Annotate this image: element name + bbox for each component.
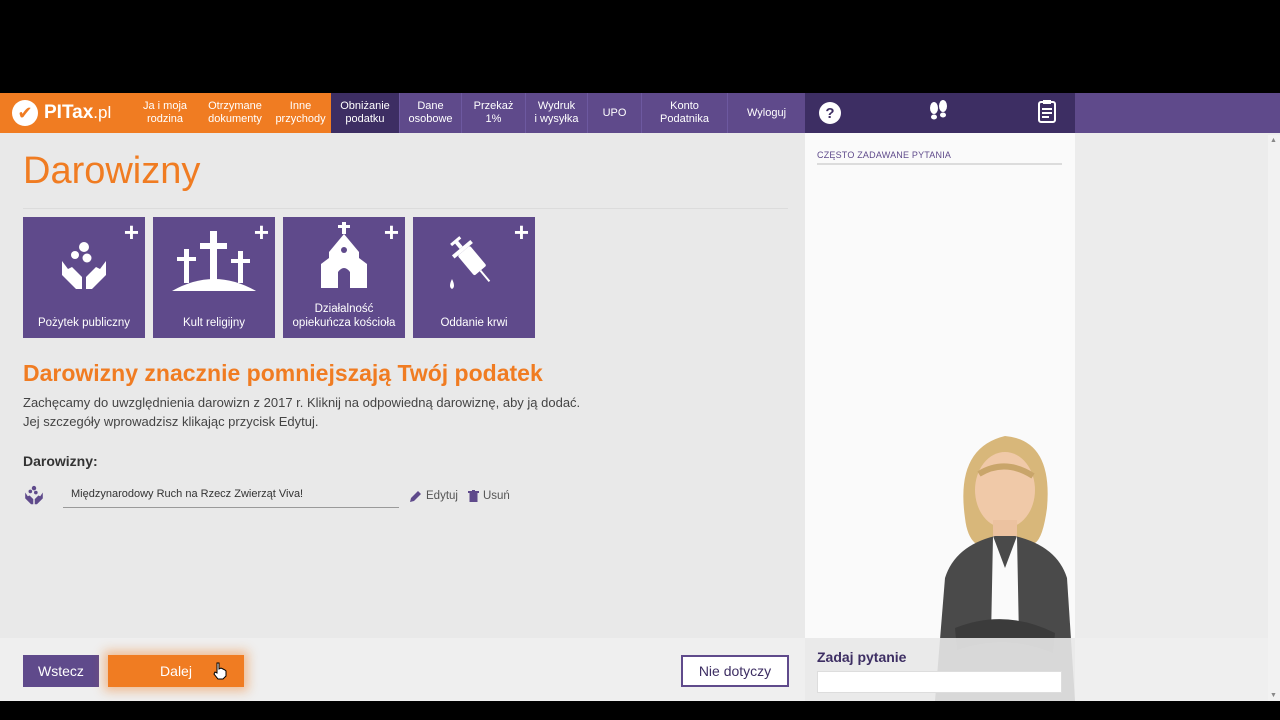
section-description: Zachęcamy do uwzględnienia darowizn z 20… xyxy=(23,395,581,429)
tile-blood-donation[interactable]: + Oddanie krwi xyxy=(413,217,535,338)
section-subtitle: Darowizny znacznie pomniejszają Twój pod… xyxy=(23,360,543,386)
right-bottom-strip xyxy=(1075,638,1280,701)
syringe-icon xyxy=(413,231,535,295)
main-content: Darowizny + Pożytek publiczny + Kult rel… xyxy=(0,133,805,638)
nav-item-logout[interactable]: Wyloguj xyxy=(727,93,805,133)
top-nav: ✔ PITax .pl Ja i moja rodzina Otrzymane dok… xyxy=(0,93,1280,137)
scroll-up-icon[interactable]: ▲ xyxy=(1270,137,1277,144)
right-blank-area xyxy=(1075,133,1280,701)
nav-item-family[interactable]: Ja i moja rodzina xyxy=(130,93,200,133)
help-side-panel: CZĘSTO ZADAWANE PYTANIA Zadaj pytanie xyxy=(805,133,1075,701)
pencil-icon xyxy=(410,490,421,502)
ask-question-box: Zadaj pytanie xyxy=(805,638,1075,701)
delete-donation-button[interactable]: Usuń xyxy=(467,490,510,502)
nav-item-personal-data[interactable]: Dane osobowe xyxy=(399,93,461,133)
donation-tiles: + Pożytek publiczny + Kult religijny + D… xyxy=(23,217,535,338)
title-divider xyxy=(23,208,788,209)
tile-label: Działalność opiekuńcza kościoła xyxy=(292,303,396,329)
faq-title: CZĘSTO ZADAWANE PYTANIA xyxy=(817,150,952,160)
tile-church-care[interactable]: + Działalność opiekuńcza kościoła xyxy=(283,217,405,338)
donation-row: Międzynarodowy Ruch na Rzecz Zwierząt Vi… xyxy=(23,483,543,509)
nav-item-other-income[interactable]: Inne przychody xyxy=(270,93,331,133)
app-frame: ✔ PITax .pl Ja i moja rodzina Otrzymane dok… xyxy=(0,93,1280,701)
tile-label: Kult religijny xyxy=(183,317,245,329)
footsteps-icon[interactable] xyxy=(927,100,951,126)
faq-divider xyxy=(817,163,1062,165)
hands-icon xyxy=(23,231,145,295)
check-logo-icon: ✔ xyxy=(12,100,38,126)
ask-question-label: Zadaj pytanie xyxy=(817,649,907,665)
scrollbar[interactable]: ▲ ▼ xyxy=(1268,135,1280,701)
brand-suffix: .pl xyxy=(93,103,112,122)
tile-religious-cult[interactable]: + Kult religijny xyxy=(153,217,275,338)
church-icon xyxy=(283,222,405,288)
not-applicable-button[interactable]: Nie dotyczy xyxy=(681,655,789,687)
nav-tools: ? xyxy=(805,93,1075,137)
tile-label: Oddanie krwi xyxy=(440,317,508,329)
tile-public-benefit[interactable]: + Pożytek publiczny xyxy=(23,217,145,338)
nav-item-tax-reduction[interactable]: Obniżanie podatku xyxy=(331,93,399,133)
page-title: Darowizny xyxy=(23,150,201,192)
nav-item-documents[interactable]: Otrzymane dokumenty xyxy=(200,93,270,133)
hand-cursor-icon xyxy=(213,662,227,680)
clipboard-icon[interactable] xyxy=(1037,99,1057,127)
nav-item-one-percent[interactable]: Przekaż 1% xyxy=(461,93,525,133)
crosses-icon xyxy=(153,231,275,295)
donations-label: Darowizny: xyxy=(23,453,98,469)
nav-item-print-send[interactable]: Wydruk i wysyłka xyxy=(525,93,587,133)
help-icon[interactable]: ? xyxy=(819,102,841,124)
edit-donation-button[interactable]: Edytuj xyxy=(409,490,458,503)
donation-name-field[interactable]: Międzynarodowy Ruch na Rzecz Zwierząt Vi… xyxy=(63,484,399,508)
brand-logo[interactable]: ✔ PITax .pl xyxy=(0,93,130,133)
nav-item-taxpayer-account[interactable]: Konto Podatnika xyxy=(641,93,727,133)
nav-item-upo[interactable]: UPO xyxy=(587,93,641,133)
hands-icon xyxy=(23,483,51,510)
trash-icon xyxy=(467,490,479,502)
bottom-bar: Wstecz Dalej Nie dotyczy xyxy=(0,638,805,701)
scroll-down-icon[interactable]: ▼ xyxy=(1270,692,1277,699)
tile-label: Pożytek publiczny xyxy=(37,317,131,329)
ask-question-input[interactable] xyxy=(817,671,1062,693)
back-button[interactable]: Wstecz xyxy=(23,655,99,687)
brand-name: PITax xyxy=(44,102,94,123)
